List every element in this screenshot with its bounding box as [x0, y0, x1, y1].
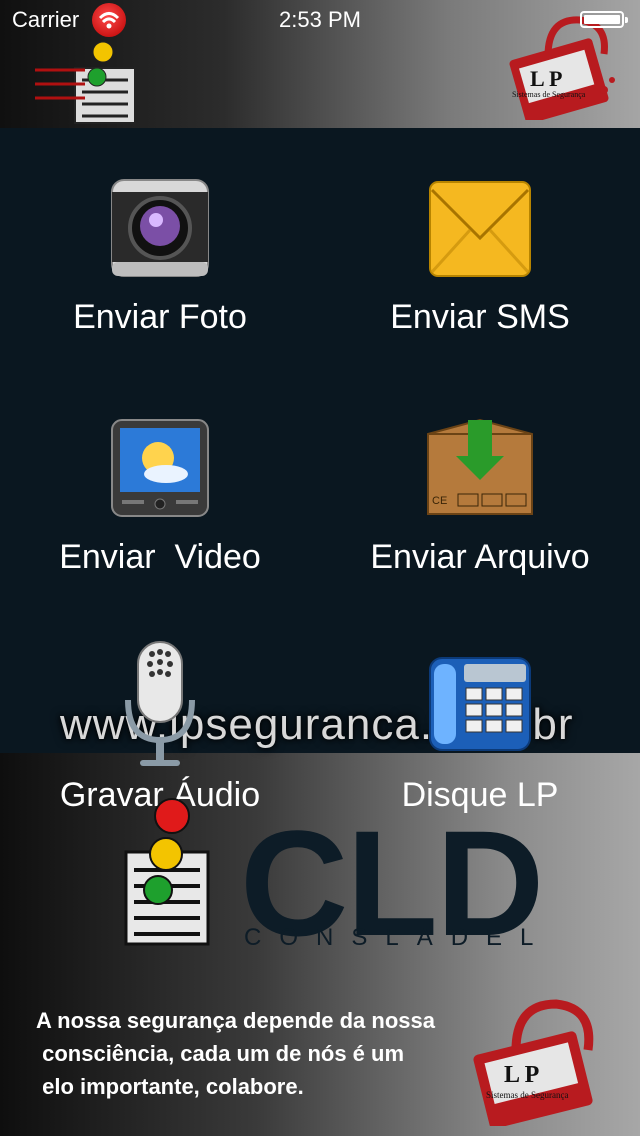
lp-padlock-logo-large-icon — [473, 999, 594, 1126]
envelope-icon — [429, 181, 531, 277]
enviar-arquivo-button[interactable]: CE Enviar Arquivo — [320, 410, 640, 590]
tv-icon — [111, 419, 209, 517]
svg-text:CE: CE — [432, 495, 447, 507]
package-download-icon: CE — [427, 418, 533, 515]
battery-icon — [580, 11, 628, 28]
enviar-foto-button[interactable]: Enviar Foto — [0, 170, 320, 350]
enviar-arquivo-label: Enviar Arquivo — [370, 538, 590, 576]
camera-icon — [111, 179, 209, 277]
lp-logo-text: L P — [530, 66, 563, 91]
cld-logo-subtext: CONSLADEL — [244, 924, 552, 951]
lp-logo-large-text: L P — [504, 1062, 540, 1088]
microphone-icon — [125, 641, 195, 766]
enviar-video-button[interactable]: Enviar Video — [0, 410, 320, 590]
safety-tagline: A nossa segurança depende da nossa consc… — [36, 1004, 466, 1103]
tagline-line-3: elo importante, colabore. — [36, 1074, 304, 1099]
enviar-sms-label: Enviar SMS — [390, 298, 570, 336]
lp-logo-large-subtext: Sistemas de Segurança — [486, 1090, 569, 1100]
tagline-line-1: A nossa segurança depende da nossa — [36, 1008, 435, 1033]
traffic-light-logo-icon — [35, 41, 136, 124]
tagline-line-2: consciência, cada um de nós é um — [36, 1041, 405, 1066]
traffic-light-logo-large-icon — [124, 798, 210, 946]
enviar-foto-label: Enviar Foto — [73, 298, 247, 336]
enviar-video-label: Enviar Video — [59, 538, 261, 576]
clock: 2:53 PM — [279, 7, 361, 32]
status-bar: Carrier 2:53 PM — [0, 0, 640, 40]
phone-icon — [429, 657, 531, 751]
enviar-sms-button[interactable]: Enviar SMS — [320, 170, 640, 350]
lp-logo-subtext: Sistemas de Segurança — [512, 90, 586, 99]
